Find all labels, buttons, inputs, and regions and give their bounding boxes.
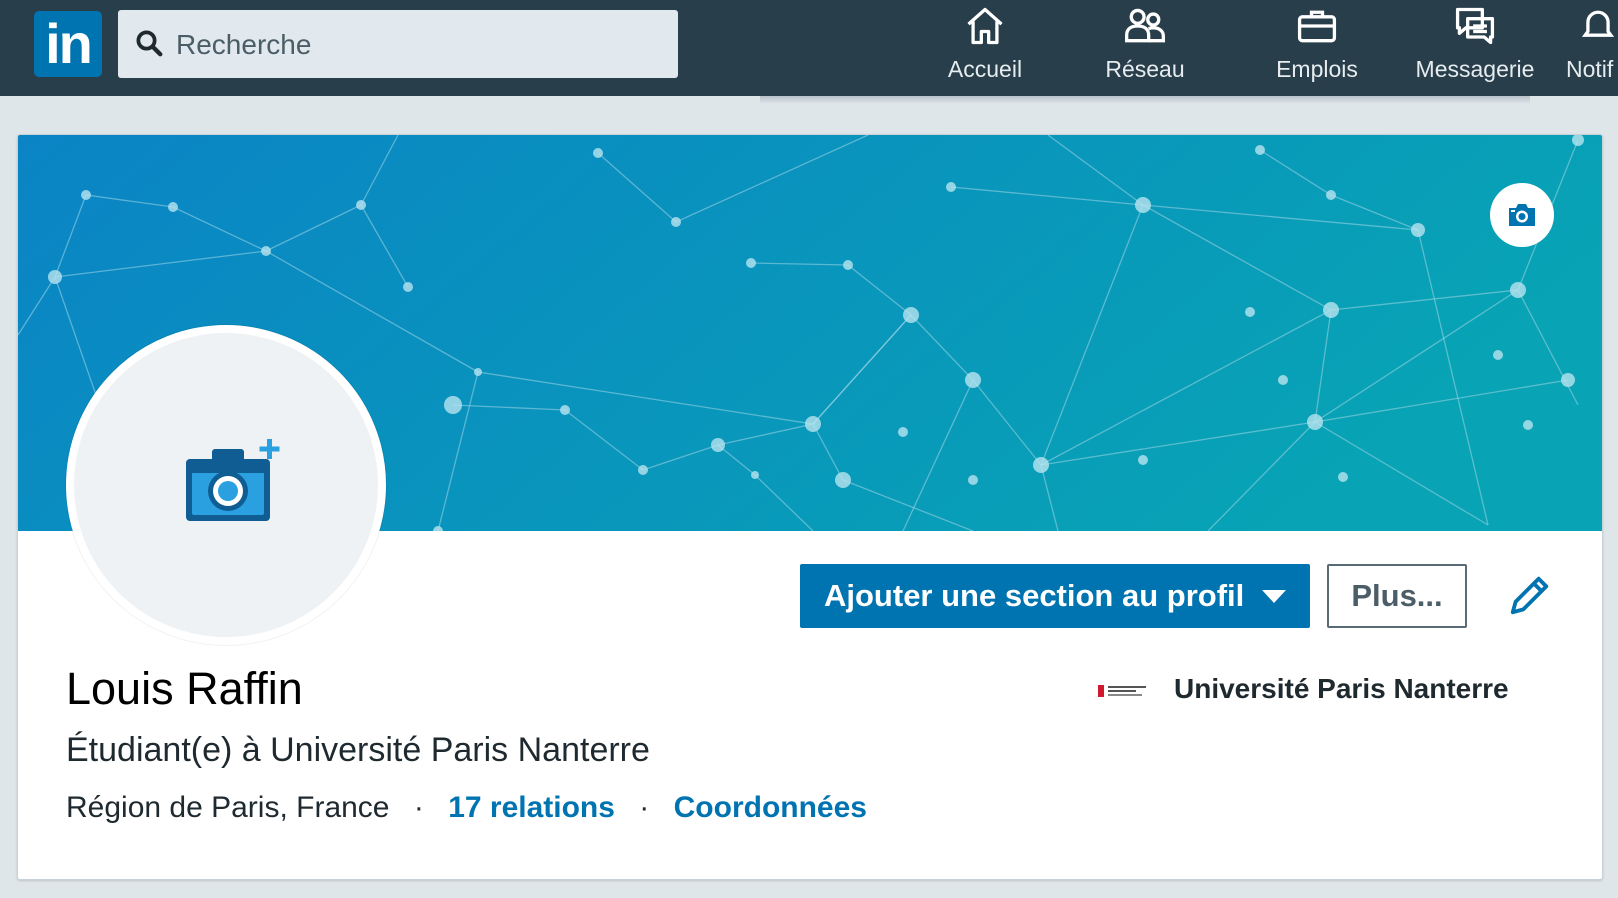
profile-meta: Région de Paris, France · 17 relations ·… bbox=[66, 791, 867, 825]
network-icon bbox=[1125, 8, 1165, 43]
nav-item-label: Notif bbox=[1566, 56, 1614, 82]
profile-name: Louis Raffin bbox=[66, 663, 303, 714]
nav-shadow bbox=[760, 96, 1530, 104]
search-input[interactable] bbox=[174, 10, 668, 80]
nav-item-network[interactable]: Réseau bbox=[1085, 4, 1205, 92]
nav-item-jobs[interactable]: Emplois bbox=[1262, 4, 1372, 92]
edit-banner-button[interactable] bbox=[1490, 183, 1554, 247]
nav-item-home[interactable]: Accueil bbox=[930, 4, 1040, 92]
pencil-icon[interactable] bbox=[1507, 572, 1553, 618]
nav-item-label: Réseau bbox=[1105, 56, 1185, 82]
nav-item-messaging[interactable]: Messagerie bbox=[1410, 4, 1540, 92]
caret-down-icon bbox=[1262, 590, 1286, 603]
nav-item-notifications[interactable]: Notif bbox=[1566, 4, 1618, 92]
contact-info-link[interactable]: Coordonnées bbox=[674, 791, 867, 824]
bell-icon bbox=[1581, 10, 1615, 37]
school-logo-icon bbox=[1098, 685, 1146, 697]
school-name: Université Paris Nanterre bbox=[1174, 673, 1509, 704]
messaging-icon bbox=[1455, 7, 1495, 45]
nav-item-label: Accueil bbox=[947, 56, 1023, 82]
nav-item-label: Emplois bbox=[1276, 56, 1358, 82]
search-box[interactable] bbox=[118, 10, 678, 80]
profile-location: Région de Paris, France bbox=[66, 791, 390, 824]
nav-item-label: Messagerie bbox=[1415, 56, 1535, 82]
briefcase-icon bbox=[1297, 10, 1337, 43]
linkedin-logo[interactable]: in bbox=[34, 11, 102, 77]
add-photo-icon bbox=[186, 439, 280, 521]
top-navigation-bar: in Accueil Réseau Emplois bbox=[0, 0, 1618, 96]
add-profile-section-button[interactable]: Ajouter une section au profil bbox=[800, 564, 1310, 628]
connections-link[interactable]: 17 relations bbox=[448, 791, 615, 824]
camera-icon bbox=[1509, 204, 1535, 226]
search-icon bbox=[136, 30, 163, 57]
home-icon bbox=[967, 7, 1003, 45]
separator-dot: · bbox=[639, 791, 650, 824]
separator-dot: · bbox=[413, 791, 424, 824]
profile-card: Ajouter une section au profil Plus... Lo… bbox=[17, 134, 1603, 880]
add-profile-section-label: Ajouter une section au profil bbox=[824, 578, 1245, 613]
more-button[interactable]: Plus... bbox=[1327, 564, 1467, 628]
profile-headline: Étudiant(e) à Université Paris Nanterre bbox=[66, 731, 650, 769]
profile-photo-placeholder[interactable] bbox=[66, 325, 386, 645]
